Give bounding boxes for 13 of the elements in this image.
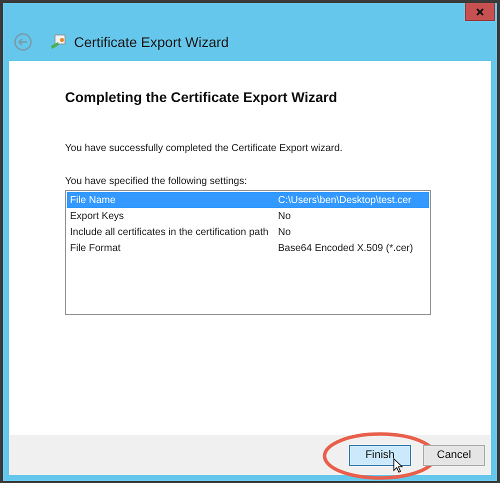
close-button[interactable] xyxy=(465,3,495,21)
completion-message: You have successfully completed the Certificate Export wizard. xyxy=(65,143,344,154)
page-heading: Completing the Certificate Export Wizard xyxy=(65,89,338,105)
close-icon xyxy=(475,8,485,16)
wizard-button[interactable]: Finish xyxy=(349,444,411,466)
certificate-icon xyxy=(50,34,66,50)
window-title: Certificate Export Wizard xyxy=(74,34,229,50)
settings-row[interactable]: Export Keys No xyxy=(67,208,429,224)
settings-row[interactable]: Include all certificates in the certification path No xyxy=(67,224,429,240)
settings-row[interactable]: File Format Base64 Encoded X.509 (*.cer) xyxy=(67,240,429,256)
settings-label: You have specified the following settings: xyxy=(65,176,248,187)
cursor-icon xyxy=(393,458,403,472)
wizard-button[interactable]: Cancel xyxy=(423,444,485,466)
